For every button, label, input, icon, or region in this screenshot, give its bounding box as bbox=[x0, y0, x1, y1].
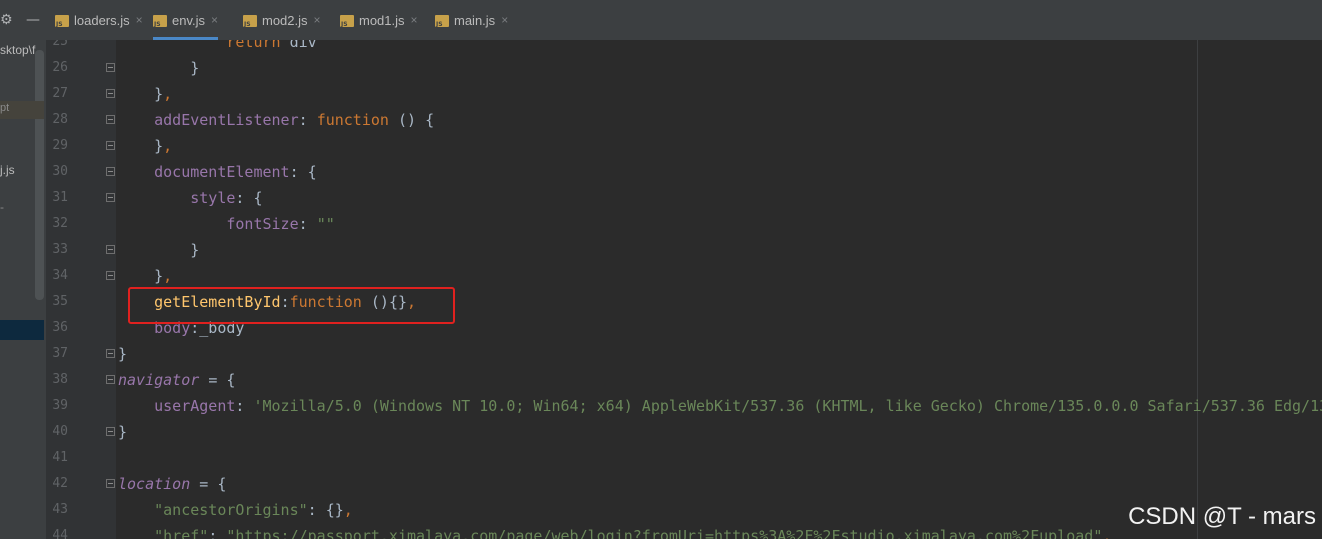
line-number: 28 bbox=[52, 112, 68, 127]
code-line[interactable]: 41 bbox=[46, 445, 1322, 471]
fold-toggle-icon[interactable] bbox=[106, 427, 115, 436]
fold-toggle-icon[interactable] bbox=[106, 271, 115, 280]
project-tree-fragment: - bbox=[0, 200, 4, 214]
code-line[interactable]: 25 return div bbox=[46, 40, 1322, 55]
code-line[interactable]: 31 style: { bbox=[46, 185, 1322, 211]
javascript-file-icon bbox=[435, 15, 449, 28]
code-text: style: { bbox=[190, 189, 263, 207]
line-number: 25 bbox=[52, 40, 68, 49]
code-line[interactable]: 32 fontSize: "" bbox=[46, 211, 1322, 237]
fold-toggle-icon[interactable] bbox=[106, 63, 115, 72]
code-text: } bbox=[190, 59, 200, 77]
javascript-file-icon bbox=[153, 15, 167, 28]
tab-label: mod2.js bbox=[262, 13, 308, 28]
code-text: userAgent: 'Mozilla/5.0 (Windows NT 10.0… bbox=[154, 397, 1322, 415]
fold-toggle-icon[interactable] bbox=[106, 89, 115, 98]
code-line[interactable]: 30 documentElement: { bbox=[46, 159, 1322, 185]
close-icon[interactable]: × bbox=[211, 13, 218, 27]
fold-toggle-icon[interactable] bbox=[106, 349, 115, 358]
project-tree-row-active[interactable] bbox=[0, 320, 44, 340]
fold-toggle-icon[interactable] bbox=[106, 141, 115, 150]
close-icon[interactable]: × bbox=[411, 13, 418, 27]
tab-label: main.js bbox=[454, 13, 496, 28]
watermark: CSDN @T - mars bbox=[1128, 503, 1316, 530]
code-text: }, bbox=[154, 267, 173, 285]
code-text: }, bbox=[154, 85, 173, 103]
line-number: 40 bbox=[52, 424, 68, 439]
code-line[interactable]: 40} bbox=[46, 419, 1322, 445]
code-line[interactable]: 28 addEventListener: function () { bbox=[46, 107, 1322, 133]
tool-window-controls: ⚙ — bbox=[0, 0, 46, 40]
minus-icon[interactable]: — bbox=[26, 12, 40, 28]
line-number: 31 bbox=[52, 190, 68, 205]
tab-loaders-js[interactable]: loaders.js × bbox=[55, 13, 143, 40]
line-number: 42 bbox=[52, 476, 68, 491]
gear-icon[interactable]: ⚙ bbox=[0, 12, 13, 28]
line-number: 33 bbox=[52, 242, 68, 257]
line-number: 36 bbox=[52, 320, 68, 335]
fold-toggle-icon[interactable] bbox=[106, 193, 115, 202]
line-number: 43 bbox=[52, 502, 68, 517]
line-number: 32 bbox=[52, 216, 68, 231]
close-icon[interactable]: × bbox=[136, 13, 143, 27]
code-line[interactable]: 37} bbox=[46, 341, 1322, 367]
line-number: 35 bbox=[52, 294, 68, 309]
tab-label: loaders.js bbox=[74, 13, 130, 28]
line-number: 29 bbox=[52, 138, 68, 153]
code-line[interactable]: 34 }, bbox=[46, 263, 1322, 289]
javascript-file-icon bbox=[55, 15, 69, 28]
project-tree-row-selected[interactable]: pt bbox=[0, 101, 44, 119]
tab-label: mod1.js bbox=[359, 13, 405, 28]
tab-mod2-js[interactable]: mod2.js × bbox=[243, 13, 321, 40]
code-text: navigator = { bbox=[118, 371, 236, 389]
fold-toggle-icon[interactable] bbox=[106, 115, 115, 124]
line-number: 38 bbox=[52, 372, 68, 387]
line-number: 37 bbox=[52, 346, 68, 361]
line-number: 41 bbox=[52, 450, 68, 465]
line-number: 30 bbox=[52, 164, 68, 179]
code-text: "href": "https://passport.ximalaya.com/p… bbox=[154, 527, 1112, 539]
code-text: } bbox=[190, 241, 200, 259]
line-number: 39 bbox=[52, 398, 68, 413]
code-line[interactable]: 29 }, bbox=[46, 133, 1322, 159]
fold-toggle-icon[interactable] bbox=[106, 245, 115, 254]
code-line[interactable]: 38 navigator = { bbox=[46, 367, 1322, 393]
code-text: addEventListener: function () { bbox=[154, 111, 435, 129]
fold-toggle-icon[interactable] bbox=[106, 167, 115, 176]
tab-mod1-js[interactable]: mod1.js × bbox=[340, 13, 418, 40]
close-icon[interactable]: × bbox=[314, 13, 321, 27]
line-number: 34 bbox=[52, 268, 68, 283]
project-panel: sktop\f pt j.js - bbox=[0, 40, 46, 539]
code-text: } bbox=[118, 345, 128, 363]
javascript-file-icon bbox=[243, 15, 257, 28]
tab-label: env.js bbox=[172, 13, 205, 28]
project-tree-file[interactable]: j.js bbox=[0, 163, 15, 177]
project-panel-scrollbar[interactable] bbox=[35, 50, 44, 300]
code-line[interactable]: 33 } bbox=[46, 237, 1322, 263]
code-line[interactable]: 27 }, bbox=[46, 81, 1322, 107]
fold-toggle-icon[interactable] bbox=[106, 479, 115, 488]
code-text: fontSize: "" bbox=[226, 215, 335, 233]
javascript-file-icon bbox=[340, 15, 354, 28]
code-line[interactable]: 26 } bbox=[46, 55, 1322, 81]
tab-main-js[interactable]: main.js × bbox=[435, 13, 508, 40]
code-line[interactable]: 42 location = { bbox=[46, 471, 1322, 497]
editor-tab-bar: ⚙ — loaders.js × env.js × mod2.js × mod1… bbox=[0, 0, 1322, 41]
fold-toggle-icon[interactable] bbox=[106, 375, 115, 384]
line-number: 27 bbox=[52, 86, 68, 101]
code-text: }, bbox=[154, 137, 173, 155]
project-path-fragment: sktop\f bbox=[0, 43, 36, 57]
code-text: "ancestorOrigins": {}, bbox=[154, 501, 353, 519]
close-icon[interactable]: × bbox=[501, 13, 508, 27]
code-line[interactable]: 39 userAgent: 'Mozilla/5.0 (Windows NT 1… bbox=[46, 393, 1322, 419]
line-number: 26 bbox=[52, 60, 68, 75]
code-text: location = { bbox=[118, 475, 227, 493]
code-text: return div bbox=[226, 40, 317, 51]
code-text: } bbox=[118, 423, 128, 441]
tab-env-js[interactable]: env.js × bbox=[153, 13, 219, 40]
annotation-highlight-box bbox=[128, 287, 455, 324]
code-text: documentElement: { bbox=[154, 163, 317, 181]
project-tree-label: pt bbox=[0, 102, 10, 114]
line-number: 44 bbox=[52, 528, 68, 539]
